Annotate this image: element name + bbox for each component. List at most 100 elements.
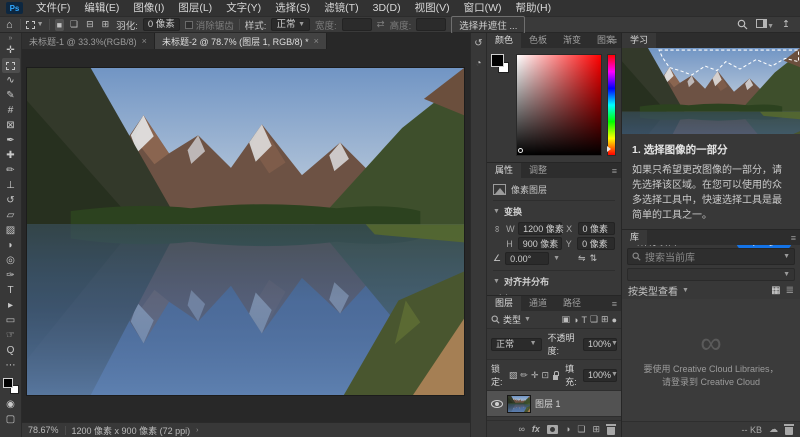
new-group-icon[interactable]: ❏ [577, 424, 585, 435]
zoom-tool[interactable]: Q [2, 343, 20, 358]
menu-file[interactable]: 文件(F) [29, 0, 77, 16]
visibility-eye-icon[interactable] [491, 400, 503, 408]
tab-swatches[interactable]: 色板 [521, 33, 555, 48]
menu-image[interactable]: 图像(I) [126, 0, 171, 16]
width-value-input[interactable]: 1200 像素 [518, 222, 562, 235]
menu-edit[interactable]: 编辑(E) [77, 0, 126, 16]
color-swatches[interactable] [491, 54, 511, 76]
eraser-tool[interactable]: ▱ [2, 208, 20, 223]
menu-select[interactable]: 选择(S) [268, 0, 317, 16]
rectangular-marquee-tool[interactable] [2, 58, 20, 73]
tab-properties[interactable]: 属性 [487, 163, 521, 178]
document-tab-1[interactable]: 未标题-1 @ 33.3%(RGB/8)× [22, 33, 155, 49]
spot-healing-brush-tool[interactable]: ✚ [2, 148, 20, 163]
tab-learn[interactable]: 学习 [622, 33, 656, 48]
lasso-tool[interactable]: ∿ [2, 73, 20, 88]
brush-tool[interactable]: ✏ [2, 163, 20, 178]
menu-type[interactable]: 文字(Y) [219, 0, 268, 16]
align-section-header[interactable]: ▼ 对齐并分布 [493, 271, 615, 291]
link-dimensions-icon[interactable]: ∞ [493, 224, 503, 233]
library-search-input[interactable]: 搜索当前库 ▼ [627, 248, 795, 265]
cloud-sync-icon[interactable]: ☁ [769, 424, 778, 435]
fill-input[interactable]: 100%▼ [583, 369, 617, 382]
document-tab-2[interactable]: 未标题-2 @ 78.7% (图层 1, RGB/8) *× [155, 33, 327, 49]
delete-library-item-icon[interactable] [785, 427, 793, 435]
foreground-color-swatch[interactable] [3, 378, 13, 388]
panel-menu-icon[interactable]: ≡ [612, 36, 617, 46]
toolbar-collapse-icon[interactable]: » [9, 35, 13, 43]
x-value-input[interactable]: 0 像素 [578, 222, 616, 235]
link-layers-icon[interactable]: ∞ [519, 424, 525, 434]
lock-transparency-icon[interactable]: ▨ [509, 370, 518, 381]
history-panel-icon[interactable]: ↺ [474, 38, 482, 49]
menu-filter[interactable]: 滤镜(T) [317, 0, 365, 16]
width-input[interactable] [342, 18, 372, 31]
view-by-type-select[interactable]: 按类型查看 [628, 283, 678, 298]
layer-name[interactable]: 图层 1 [535, 397, 561, 410]
quick-selection-tool[interactable]: ✎ [2, 88, 20, 103]
comments-panel-icon[interactable]: ◔ [475, 58, 481, 69]
height-input[interactable] [416, 18, 446, 31]
menu-help[interactable]: 帮助(H) [509, 0, 559, 16]
search-icon[interactable] [737, 19, 748, 30]
eyedropper-tool[interactable]: ✒ [2, 133, 20, 148]
select-and-mask-button[interactable]: 选择并遮住 ... [451, 16, 525, 34]
tab-libraries[interactable]: 库 [622, 230, 647, 245]
tab-gradients[interactable]: 渐变 [555, 33, 589, 48]
home-icon[interactable]: ⌂ [6, 19, 13, 31]
type-tool[interactable]: T [2, 283, 20, 298]
tab-patterns[interactable]: 图案 [589, 33, 623, 48]
filter-shape-icon[interactable]: ❏ [590, 314, 598, 325]
filter-pin-icon[interactable]: ● [612, 315, 617, 325]
rectangle-tool[interactable]: ▭ [2, 313, 20, 328]
panel-menu-icon[interactable]: ≡ [791, 233, 796, 243]
tab-color[interactable]: 颜色 [487, 33, 521, 48]
panel-menu-icon[interactable]: ≡ [612, 166, 617, 176]
photoshop-logo[interactable]: Ps [6, 2, 23, 14]
list-view-icon[interactable]: ≣ [786, 285, 794, 296]
add-mask-icon[interactable] [547, 425, 558, 434]
workspace-switcher[interactable]: ▼ [756, 19, 774, 31]
move-tool[interactable]: ✛ [2, 43, 20, 58]
saturation-brightness-picker[interactable] [516, 54, 602, 156]
filter-smart-object-icon[interactable]: ⊞ [601, 314, 609, 325]
lock-artboard-icon[interactable]: ⊡ [542, 370, 550, 381]
tab-paths[interactable]: 路径 [555, 296, 589, 311]
layer-row-1[interactable]: 图层 1 [487, 391, 621, 417]
lock-position-icon[interactable]: ✛ [531, 370, 539, 381]
history-brush-tool[interactable]: ↺ [2, 193, 20, 208]
foreground-color-swatch[interactable] [491, 54, 504, 67]
clone-stamp-tool[interactable]: ⊥ [2, 178, 20, 193]
flip-vertical-icon[interactable]: ⇅ [590, 253, 598, 264]
tab-channels[interactable]: 通道 [521, 296, 555, 311]
new-selection-button[interactable]: ■ [55, 19, 64, 31]
hue-slider[interactable] [607, 54, 616, 156]
library-select[interactable]: ▼ [627, 268, 795, 281]
edit-toolbar-icon[interactable]: ⋯ [2, 358, 20, 373]
zoom-level[interactable]: 78.67% [28, 425, 59, 435]
crop-tool[interactable]: # [2, 103, 20, 118]
adjustment-layer-icon[interactable]: ◑ [565, 424, 570, 434]
hue-slider-handle[interactable] [607, 146, 611, 152]
lock-all-icon[interactable] [553, 375, 558, 380]
canvas[interactable] [22, 49, 470, 422]
intersect-selection-button[interactable]: ⊞ [100, 18, 112, 31]
rotation-input[interactable]: 0.00° [505, 252, 549, 265]
frame-tool[interactable]: ⊠ [2, 118, 20, 133]
close-icon[interactable]: × [142, 36, 147, 46]
subtract-selection-button[interactable]: ⊟ [84, 18, 96, 31]
tab-adjustments[interactable]: 调整 [521, 163, 555, 178]
share-icon[interactable]: ↥ [782, 19, 790, 30]
chevron-down-icon[interactable]: ▼ [553, 255, 560, 262]
antialias-checkbox[interactable]: 消除锯齿 [185, 18, 234, 32]
opacity-input[interactable]: 100%▼ [583, 338, 617, 351]
menu-3d[interactable]: 3D(D) [366, 0, 408, 16]
filter-type-icon[interactable]: T [581, 315, 587, 325]
menu-view[interactable]: 视图(V) [408, 0, 457, 16]
blend-mode-select[interactable]: 正常▼ [491, 338, 542, 351]
quick-mask-button[interactable]: ◉ [2, 397, 20, 412]
gradient-tool[interactable]: ▨ [2, 223, 20, 238]
menu-window[interactable]: 窗口(W) [457, 0, 509, 16]
status-more-icon[interactable]: › [196, 427, 198, 434]
blur-tool[interactable]: ◗ [2, 238, 20, 253]
